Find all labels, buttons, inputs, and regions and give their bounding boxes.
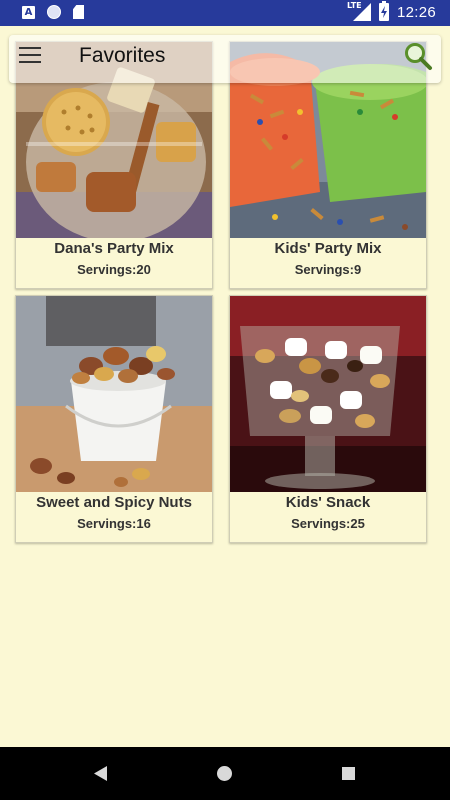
recipe-card[interactable]: Sweet and Spicy Nuts Servings:16 [15, 295, 213, 543]
snack-glass-photo [230, 296, 426, 492]
servings-value: 16 [136, 516, 151, 531]
recipe-card[interactable]: Kids' Snack Servings:25 [229, 295, 427, 543]
recipe-title: Dana's Party Mix [54, 240, 174, 257]
servings-label: Servings: [77, 262, 137, 277]
recipe-title: Kids' Party Mix [274, 240, 382, 257]
system-nav-bar [0, 747, 450, 800]
recents-square-icon[interactable] [342, 767, 355, 780]
servings-label: Servings: [77, 516, 137, 531]
a-notification-icon: A [22, 5, 35, 19]
recipe-servings: Servings:25 [230, 516, 426, 531]
servings-label: Servings: [294, 262, 354, 277]
hamburger-menu-icon[interactable] [19, 47, 41, 65]
status-bar: A LTE 12:26 [0, 0, 450, 26]
servings-value: 20 [136, 262, 151, 277]
signal-icon: LTE [347, 1, 371, 21]
nuts-pail-photo [16, 296, 212, 492]
servings-label: Servings: [291, 516, 351, 531]
recipe-title: Sweet and Spicy Nuts [36, 494, 192, 511]
back-triangle-icon[interactable] [94, 766, 108, 785]
servings-value: 25 [350, 516, 365, 531]
recipe-servings: Servings:16 [16, 516, 212, 531]
home-circle-icon[interactable] [217, 766, 232, 781]
servings-value: 9 [354, 262, 362, 277]
recipe-title: Kids' Snack [285, 494, 371, 511]
clock: 12:26 [396, 3, 436, 21]
page-title: Favorites [79, 44, 166, 67]
toolbar: Favorites [9, 35, 441, 83]
search-icon[interactable] [403, 41, 433, 71]
circle-notification-icon [47, 5, 61, 19]
sd-card-icon [73, 5, 84, 19]
recipe-servings: Servings:20 [16, 262, 212, 277]
recipe-servings: Servings:9 [230, 262, 426, 277]
battery-charging-icon [378, 1, 389, 21]
